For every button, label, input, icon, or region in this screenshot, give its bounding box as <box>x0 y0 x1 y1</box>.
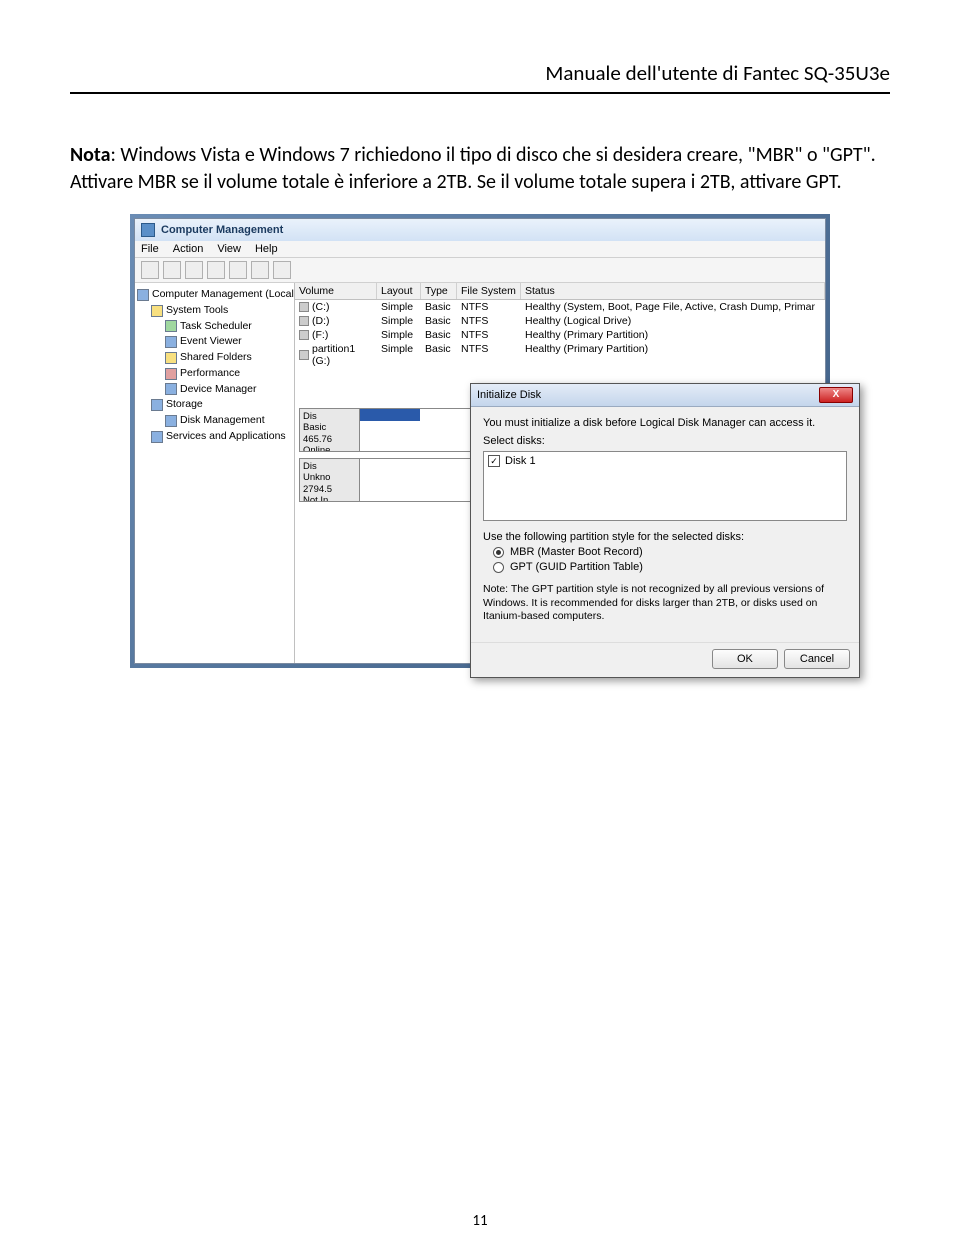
radio-selected-icon[interactable] <box>493 547 504 558</box>
volume-icon <box>299 302 309 312</box>
col-filesystem[interactable]: File System <box>457 283 521 299</box>
dialog-titlebar: Initialize Disk X <box>471 384 859 407</box>
tools-icon <box>151 305 163 317</box>
gpt-radio-row[interactable]: GPT (GUID Partition Table) <box>493 561 847 573</box>
app-icon <box>141 223 155 237</box>
disk-icon <box>165 415 177 427</box>
disk-1-checkbox-row[interactable]: ✓ Disk 1 <box>488 455 842 467</box>
col-layout[interactable]: Layout <box>377 283 421 299</box>
event-icon <box>165 336 177 348</box>
volume-row[interactable]: partition1 (G:)SimpleBasicNTFSHealthy (P… <box>295 342 825 368</box>
computer-management-window: Computer Management File Action View Hel… <box>134 218 826 664</box>
disk-1-label: Dis Unkno 2794.5 Not In <box>300 459 360 501</box>
services-icon <box>151 431 163 443</box>
mbr-radio-row[interactable]: MBR (Master Boot Record) <box>493 546 847 558</box>
col-status[interactable]: Status <box>521 283 825 299</box>
volume-row[interactable]: (D:)SimpleBasicNTFSHealthy (Logical Driv… <box>295 314 825 328</box>
menu-action[interactable]: Action <box>173 243 204 255</box>
tree-event-viewer[interactable]: Event Viewer <box>137 334 292 350</box>
toolbar <box>135 258 825 283</box>
partition-style-label: Use the following partition style for th… <box>483 531 847 543</box>
forward-icon[interactable] <box>163 261 181 279</box>
disk-list[interactable]: ✓ Disk 1 <box>483 451 847 521</box>
toolbar-icon[interactable] <box>251 261 269 279</box>
refresh-icon[interactable] <box>229 261 247 279</box>
volume-icon <box>299 316 309 326</box>
cancel-button[interactable]: Cancel <box>784 649 850 669</box>
disk-1-label: Disk 1 <box>505 455 536 467</box>
tree-storage[interactable]: Storage <box>137 397 292 413</box>
radio-icon[interactable] <box>493 562 504 573</box>
col-type[interactable]: Type <box>421 283 457 299</box>
note-body: : Windows Vista e Windows 7 richiedono i… <box>70 143 876 194</box>
perf-icon <box>165 368 177 380</box>
col-volume[interactable]: Volume <box>295 283 377 299</box>
tree-panel: Computer Management (Local System Tools … <box>135 283 295 663</box>
selection-bar <box>360 409 420 421</box>
ok-button[interactable]: OK <box>712 649 778 669</box>
mbr-label: MBR (Master Boot Record) <box>510 546 643 558</box>
toolbar-icon[interactable] <box>273 261 291 279</box>
tree-device-manager[interactable]: Device Manager <box>137 382 292 398</box>
toolbar-icon[interactable] <box>185 261 203 279</box>
menu-help[interactable]: Help <box>255 243 278 255</box>
tree-shared-folders[interactable]: Shared Folders <box>137 350 292 366</box>
gpt-label: GPT (GUID Partition Table) <box>510 561 643 573</box>
volume-header-row: Volume Layout Type File System Status <box>295 283 825 300</box>
dialog-note: Note: The GPT partition style is not rec… <box>483 583 847 624</box>
window-titlebar: Computer Management <box>135 219 825 241</box>
computer-icon <box>137 289 149 301</box>
select-disks-label: Select disks: <box>483 435 847 447</box>
storage-icon <box>151 399 163 411</box>
clock-icon <box>165 320 177 332</box>
screenshot-container: Computer Management File Action View Hel… <box>130 214 830 668</box>
tree-performance[interactable]: Performance <box>137 366 292 382</box>
tree-services[interactable]: Services and Applications <box>137 429 292 445</box>
dialog-title: Initialize Disk <box>477 389 541 401</box>
toolbar-icon[interactable] <box>207 261 225 279</box>
initialize-disk-dialog: Initialize Disk X You must initialize a … <box>470 383 860 678</box>
note-paragraph: Nota: Windows Vista e Windows 7 richiedo… <box>70 142 890 196</box>
document-header: Manuale dell'utente di Fantec SQ-35U3e <box>70 60 890 94</box>
volume-row[interactable]: (F:)SimpleBasicNTFSHealthy (Primary Part… <box>295 328 825 342</box>
tree-disk-management[interactable]: Disk Management <box>137 413 292 429</box>
folder-icon <box>165 352 177 364</box>
tree-task-scheduler[interactable]: Task Scheduler <box>137 319 292 335</box>
window-title: Computer Management <box>161 224 283 236</box>
volume-icon <box>299 350 309 360</box>
volume-icon <box>299 330 309 340</box>
volume-row[interactable]: (C:)SimpleBasicNTFSHealthy (System, Boot… <box>295 300 825 314</box>
disk-0-label: Dis Basic 465.76 Online <box>300 409 360 451</box>
checkbox-checked-icon[interactable]: ✓ <box>488 455 500 467</box>
back-icon[interactable] <box>141 261 159 279</box>
note-label: Nota <box>70 143 111 167</box>
menu-file[interactable]: File <box>141 243 159 255</box>
tree-root[interactable]: Computer Management (Local <box>137 287 292 303</box>
content-panel: Volume Layout Type File System Status (C… <box>295 283 825 663</box>
tree-system-tools[interactable]: System Tools <box>137 303 292 319</box>
page-number: 11 <box>0 1212 960 1230</box>
dialog-message: You must initialize a disk before Logica… <box>483 417 847 429</box>
menu-bar: File Action View Help <box>135 241 825 258</box>
menu-view[interactable]: View <box>217 243 241 255</box>
close-button[interactable]: X <box>819 387 853 403</box>
device-icon <box>165 383 177 395</box>
